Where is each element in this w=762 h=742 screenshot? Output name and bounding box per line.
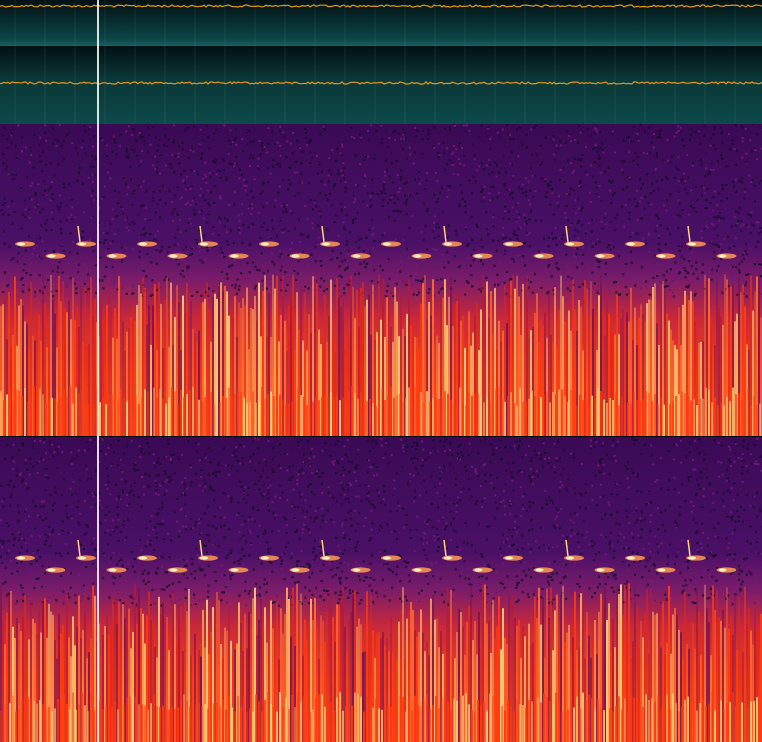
chirp-core <box>688 242 696 246</box>
chirp-core <box>657 568 666 572</box>
chirp-core <box>169 568 178 572</box>
spectrogram-left-channel[interactable] <box>0 124 762 436</box>
chirp-core <box>383 556 391 560</box>
chirp-core <box>535 254 544 258</box>
chirp-core <box>718 568 727 572</box>
chirp-core <box>596 568 605 572</box>
chirp-core <box>291 568 300 572</box>
chirp-core <box>47 254 56 258</box>
chirp-core <box>535 568 544 572</box>
chirp-core <box>596 254 605 258</box>
chirp-core <box>17 242 25 246</box>
chirp-core <box>230 254 239 258</box>
chirp-core <box>413 254 422 258</box>
chirp-core <box>505 556 513 560</box>
chirp-core <box>413 568 422 572</box>
spectrogram-right-channel[interactable] <box>0 437 762 742</box>
chirp-core <box>261 556 269 560</box>
chirp-core <box>17 556 25 560</box>
chirp-core <box>352 568 361 572</box>
chirp-core <box>688 556 696 560</box>
playhead-cursor[interactable] <box>97 0 99 742</box>
spectrogram-right-svg <box>0 437 762 742</box>
chirp-core <box>108 254 117 258</box>
chirp-core <box>657 254 666 258</box>
chirp-core <box>200 242 208 246</box>
chirp-core <box>169 254 178 258</box>
chirp-core <box>108 568 117 572</box>
chirp-core <box>47 568 56 572</box>
chirp-core <box>78 242 86 246</box>
chirp-core <box>627 242 635 246</box>
chirp-core <box>566 242 574 246</box>
chirp-core <box>322 556 330 560</box>
chirp-core <box>444 556 452 560</box>
chirp-core <box>566 556 574 560</box>
chirp-core <box>322 242 330 246</box>
chirp-core <box>383 242 391 246</box>
chirp-core <box>474 254 483 258</box>
waveform-right-channel[interactable] <box>0 46 762 124</box>
chirp-core <box>444 242 452 246</box>
chirp-core <box>505 242 513 246</box>
spectrogram-left-svg <box>0 124 762 436</box>
chirp-core <box>474 568 483 572</box>
waveform-left-svg <box>0 0 762 46</box>
chirp-core <box>352 254 361 258</box>
chirp-core <box>200 556 208 560</box>
chirp-core <box>718 254 727 258</box>
chirp-core <box>139 242 147 246</box>
audio-viewer[interactable] <box>0 0 762 742</box>
chirp-core <box>139 556 147 560</box>
chirp-core <box>78 556 86 560</box>
waveform-right-svg <box>0 46 762 124</box>
chirp-core <box>291 254 300 258</box>
chirp-core <box>627 556 635 560</box>
waveform-left-channel[interactable] <box>0 0 762 46</box>
chirp-core <box>230 568 239 572</box>
chirp-core <box>261 242 269 246</box>
